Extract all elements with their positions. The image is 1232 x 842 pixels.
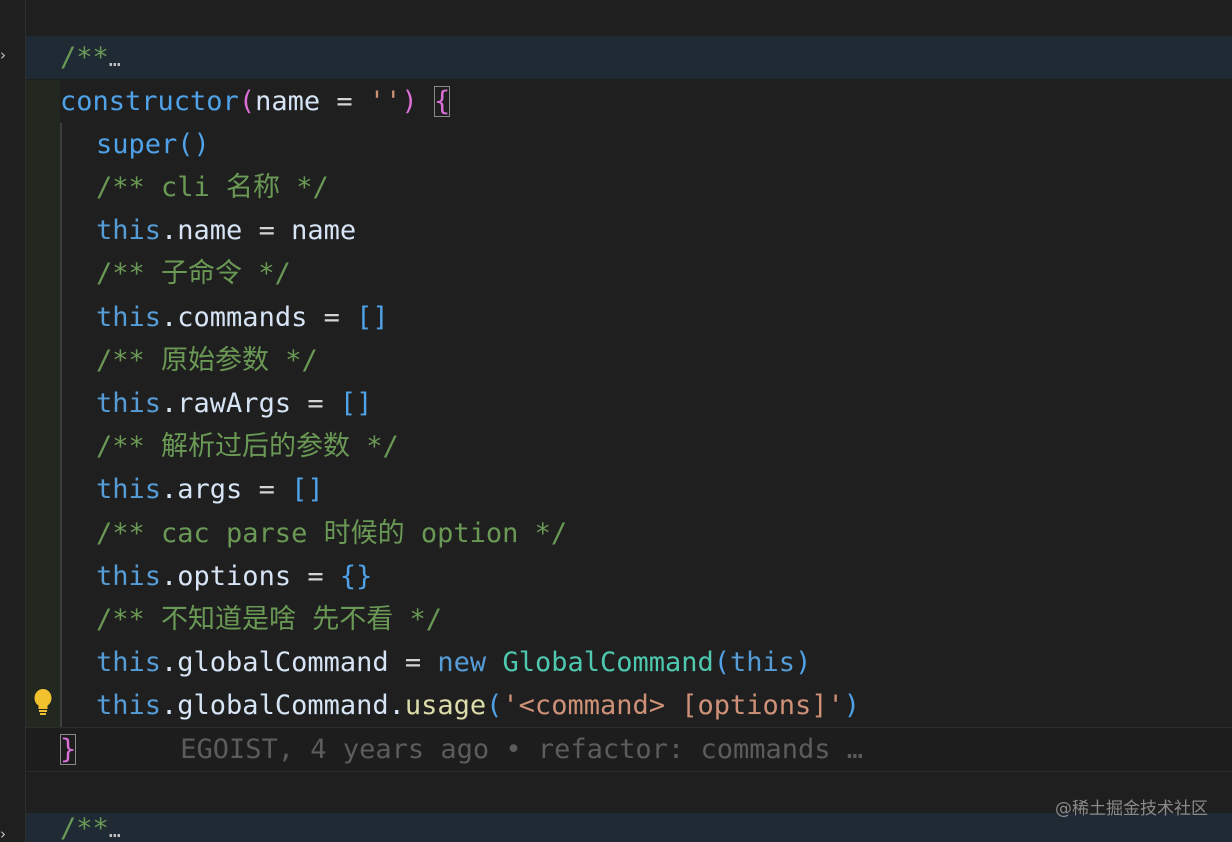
open-brace: {	[433, 86, 451, 117]
code-line[interactable]: this.options = {}	[26, 555, 1232, 598]
value: []	[291, 474, 324, 505]
code-line[interactable]: this.commands = []	[26, 296, 1232, 339]
operator: =	[291, 388, 340, 419]
git-blame-annotation: EGOIST, 4 years ago • refactor: commands…	[180, 734, 863, 765]
this-keyword: this	[96, 647, 162, 678]
param-name: name	[255, 86, 321, 117]
property: .options	[161, 561, 292, 592]
code-line[interactable]: this.globalCommand = new GlobalCommand(t…	[26, 641, 1232, 684]
constructor-keyword: constructor	[60, 86, 239, 117]
property: .name	[161, 215, 243, 246]
value: []	[339, 388, 373, 419]
new-keyword: new	[437, 647, 487, 678]
operator: =	[242, 474, 292, 505]
code-line[interactable]: /** cli 名称 */	[26, 166, 1232, 209]
code-line[interactable]: /** 原始参数 */	[26, 339, 1232, 382]
paren: )	[843, 690, 861, 721]
comment-text: /** 子命令 */	[96, 258, 291, 289]
code-line[interactable]: /** 不知道是啥 先不看 */	[26, 598, 1232, 641]
comment-text: /**	[60, 42, 109, 73]
this-keyword: this	[96, 690, 162, 721]
comment-text: /**	[60, 813, 109, 842]
property: .globalCommand	[161, 647, 389, 678]
operator: =	[320, 86, 369, 117]
paren: (	[486, 690, 503, 721]
this-keyword: this	[96, 302, 162, 333]
close-brace: }	[60, 734, 77, 765]
string-literal: ''	[368, 86, 402, 117]
chevron-right-icon[interactable]: ›	[0, 47, 12, 63]
chevron-right-icon[interactable]: ›	[0, 826, 12, 842]
method-name: usage	[404, 690, 487, 721]
property: .commands	[161, 302, 308, 333]
property: .globalCommand.	[161, 690, 405, 721]
comment-text: /** 不知道是啥 先不看 */	[96, 604, 443, 635]
paren: (	[238, 86, 256, 117]
this-keyword: this	[730, 647, 796, 678]
value: name	[291, 215, 357, 246]
string-literal: '<command> [options]'	[502, 690, 844, 721]
operator: =	[291, 561, 340, 592]
super-call: super	[96, 129, 178, 160]
code-line[interactable]: /** cac parse 时候的 option */	[26, 512, 1232, 555]
code-line-current[interactable]: } EGOIST, 4 years ago • refactor: command…	[26, 727, 1232, 772]
paren: ()	[177, 129, 210, 160]
this-keyword: this	[96, 561, 162, 592]
this-keyword: this	[96, 215, 162, 246]
comment-text: /** 原始参数 */	[96, 345, 318, 376]
code-line[interactable]: this.args = []	[26, 468, 1232, 511]
editor-gutter: › ›	[0, 0, 26, 842]
comment-text: /** cli 名称 */	[96, 172, 329, 203]
folded-comment-line[interactable]: /**…	[26, 36, 1232, 79]
code-editor[interactable]: /**… constructor(name = '') { super() /*…	[26, 0, 1232, 842]
fold-ellipsis[interactable]: …	[109, 818, 121, 842]
operator: =	[388, 647, 438, 678]
this-keyword: this	[96, 474, 162, 505]
property: .args	[161, 474, 243, 505]
code-line[interactable]: this.globalCommand.usage('<command> [opt…	[26, 684, 1232, 727]
operator: =	[307, 302, 357, 333]
paren: )	[795, 647, 812, 678]
operator: =	[242, 215, 292, 246]
property: .rawArgs	[161, 388, 292, 419]
comment-text: /** 解析过后的参数 */	[96, 431, 399, 462]
paren: )	[401, 86, 418, 117]
comment-text: /** cac parse 时候的 option */	[96, 518, 568, 549]
fold-ellipsis[interactable]: …	[109, 47, 121, 71]
lightbulb-icon[interactable]	[33, 688, 53, 718]
value: {}	[339, 561, 373, 592]
code-line[interactable]: super()	[26, 123, 1232, 166]
code-line[interactable]: this.name = name	[26, 209, 1232, 252]
class-name: GlobalCommand	[502, 647, 714, 678]
paren: (	[713, 647, 731, 678]
code-line[interactable]: this.rawArgs = []	[26, 382, 1232, 425]
this-keyword: this	[96, 388, 162, 419]
watermark: @稀土掘金技术社区	[1055, 799, 1208, 819]
folded-comment-line[interactable]: /**…	[26, 813, 1232, 842]
code-line-constructor[interactable]: constructor(name = '') {	[26, 80, 1232, 123]
code-line[interactable]: /** 子命令 */	[26, 252, 1232, 295]
value: []	[356, 302, 389, 333]
code-line[interactable]: /** 解析过后的参数 */	[26, 425, 1232, 468]
